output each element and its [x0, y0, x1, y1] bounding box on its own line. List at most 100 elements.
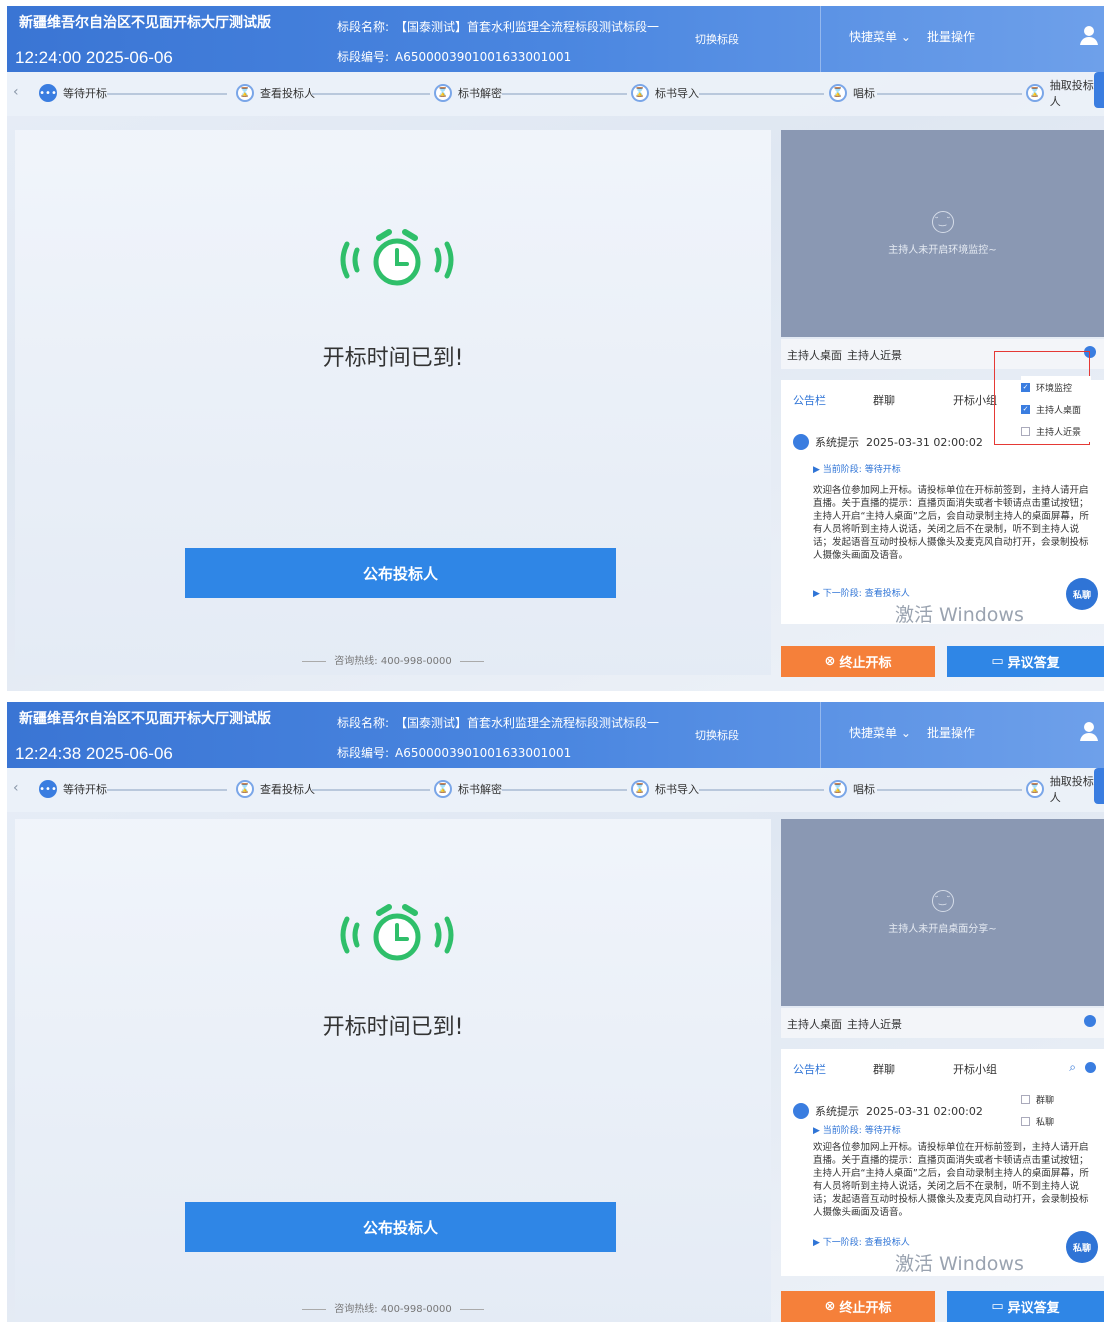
- switch-section-button[interactable]: 切换标段: [695, 727, 739, 743]
- popup-option[interactable]: 群聊: [1021, 1088, 1091, 1110]
- step-sing[interactable]: ⌛ 唱标: [829, 82, 875, 104]
- step-import[interactable]: ⌛ 标书导入: [631, 778, 699, 800]
- step-view-bidders[interactable]: ⌛ 查看投标人: [236, 82, 315, 104]
- checkbox-checked-icon[interactable]: ✓: [1021, 404, 1030, 414]
- search-icon[interactable]: ⌕: [1069, 1060, 1076, 1075]
- step-label: 标书解密: [458, 783, 502, 796]
- objection-reply-button[interactable]: ▭ 异议答复: [947, 646, 1104, 677]
- step-sing[interactable]: ⌛ 唱标: [829, 778, 875, 800]
- step-decrypt[interactable]: ⌛ 标书解密: [434, 778, 502, 800]
- section-name-label: 标段名称:: [337, 20, 390, 34]
- quick-menu-label: 快捷菜单: [849, 30, 898, 44]
- popup-option[interactable]: ✓ 环境监控: [1021, 376, 1091, 398]
- step-bar: ‹ ••• 等待开标 ⌛ 查看投标人 ⌛ 标书解密 ⌛ 标书导入 ⌛ 唱标 ⌛ 抽取投标人: [7, 768, 1104, 812]
- option-label: 主持人近景: [1036, 427, 1082, 438]
- user-icon[interactable]: [1079, 24, 1099, 46]
- popup-option[interactable]: 主持人近景: [1021, 420, 1091, 442]
- tab-host-closeup[interactable]: 主持人近景: [847, 1016, 902, 1032]
- step-connector: [107, 789, 227, 791]
- gear-icon[interactable]: [1085, 1062, 1096, 1073]
- gear-icon[interactable]: [1084, 1015, 1096, 1027]
- objection-reply-button[interactable]: ▭ 异议答复: [947, 1291, 1104, 1322]
- dots-icon: •••: [39, 780, 57, 798]
- step-connector: [107, 93, 227, 95]
- step-waiting[interactable]: ••• 等待开标: [39, 82, 107, 104]
- tab-host-desktop[interactable]: 主持人桌面: [787, 1016, 842, 1032]
- chat-panel: 公告栏 群聊 开标小组 ⌕ 系统提示 2025-03-31 02:00:02 ▶…: [781, 1049, 1104, 1276]
- step-label: 查看投标人: [260, 87, 315, 100]
- step-waiting[interactable]: ••• 等待开标: [39, 778, 107, 800]
- step-bar: ‹ ••• 等待开标 ⌛ 查看投标人 ⌛ 标书解密 ⌛ 标书导入 ⌛ 唱标 ⌛ 抽取投标人: [7, 72, 1104, 116]
- step-import[interactable]: ⌛ 标书导入: [631, 82, 699, 104]
- tab-host-closeup[interactable]: 主持人近景: [847, 347, 902, 363]
- tab-group-chat[interactable]: 群聊: [873, 392, 895, 408]
- checkbox-icon[interactable]: [1021, 426, 1030, 436]
- avatar: [793, 1103, 809, 1119]
- quick-menu-button[interactable]: 快捷菜单 ⌄: [849, 28, 911, 45]
- section-code-label: 标段编号:: [337, 746, 390, 760]
- switch-section-button[interactable]: 切换标段: [695, 31, 739, 47]
- clock: 12:24:00 2025-06-06: [15, 48, 173, 67]
- step-connector: [877, 789, 1022, 791]
- popup-option[interactable]: 私聊: [1021, 1110, 1091, 1132]
- section-code-value: A6500003901001633001001: [395, 50, 572, 64]
- hourglass-icon: ⌛: [631, 780, 649, 798]
- hourglass-icon: ⌛: [434, 780, 452, 798]
- sad-face-icon: ˘‿˘: [931, 211, 954, 233]
- objection-label: 异议答复: [1007, 1301, 1060, 1316]
- tab-opening-team[interactable]: 开标小组: [953, 392, 997, 408]
- user-icon[interactable]: [1079, 720, 1099, 742]
- checkbox-icon[interactable]: [1021, 1094, 1030, 1104]
- tab-group-chat[interactable]: 群聊: [873, 1061, 895, 1077]
- batch-ops-button[interactable]: 批量操作: [927, 724, 975, 741]
- publish-bidders-button[interactable]: 公布投标人: [185, 1202, 616, 1252]
- checkbox-icon[interactable]: [1021, 1116, 1030, 1126]
- sad-face-icon: ˘‿˘: [931, 890, 954, 912]
- sys-name: 系统提示: [815, 1105, 859, 1118]
- system-message-header: 系统提示 2025-03-31 02:00:02: [793, 434, 983, 450]
- popup-option[interactable]: ✓ 主持人桌面: [1021, 398, 1091, 420]
- stop-opening-button[interactable]: ⊗ 终止开标: [781, 646, 935, 677]
- opening-message: 开标时间已到!: [322, 346, 464, 371]
- quick-menu-button[interactable]: 快捷菜单 ⌄: [849, 724, 911, 741]
- tab-notice[interactable]: 公告栏: [793, 392, 826, 408]
- system-message-header: 系统提示 2025-03-31 02:00:02: [793, 1103, 983, 1119]
- batch-ops-button[interactable]: 批量操作: [927, 28, 975, 45]
- section-code-label: 标段编号:: [337, 50, 390, 64]
- private-chat-button[interactable]: 私聊: [1066, 1231, 1098, 1263]
- section-code-value: A6500003901001633001001: [395, 746, 572, 760]
- stop-opening-button[interactable]: ⊗ 终止开标: [781, 1291, 935, 1322]
- hourglass-icon: ⌛: [434, 84, 452, 102]
- tab-opening-team[interactable]: 开标小组: [953, 1061, 997, 1077]
- option-label: 群聊: [1036, 1095, 1055, 1106]
- private-chat-button[interactable]: 私聊: [1066, 578, 1098, 610]
- sys-time: 2025-03-31 02:00:02: [866, 1104, 983, 1118]
- step-draw[interactable]: ⌛ 抽取投标人: [1026, 775, 1104, 804]
- stop-label: 终止开标: [839, 1301, 892, 1316]
- stop-label: 终止开标: [839, 656, 892, 671]
- message-body: 欢迎各位参加网上开标。请投标单位在开标前签到，主持人请开启直播。关于直播的提示：…: [813, 1142, 1089, 1218]
- step-connector: [502, 93, 627, 95]
- step-view-bidders[interactable]: ⌛ 查看投标人: [236, 778, 315, 800]
- chevron-right-button[interactable]: [1094, 72, 1104, 108]
- step-draw[interactable]: ⌛ 抽取投标人: [1026, 79, 1104, 108]
- chevron-left-icon[interactable]: ‹: [13, 780, 19, 796]
- step-connector: [502, 789, 627, 791]
- step-decrypt[interactable]: ⌛ 标书解密: [434, 82, 502, 104]
- header-bar: 新疆维吾尔自治区不见面开标大厅测试版 12:24:38 2025-06-06 标…: [7, 702, 1104, 768]
- next-stage-text: 下一阶段: 查看投标人: [822, 589, 910, 599]
- step-connector: [312, 789, 430, 791]
- step-connector: [699, 789, 824, 791]
- publish-bidders-button[interactable]: 公布投标人: [185, 548, 616, 598]
- tab-host-desktop[interactable]: 主持人桌面: [787, 347, 842, 363]
- next-stage: ▶ 下一阶段: 查看投标人: [813, 589, 910, 599]
- tab-notice[interactable]: 公告栏: [793, 1061, 826, 1077]
- section-name-field: 标段名称: 【国泰测试】首套水利监理全流程标段测试标段一: [337, 18, 659, 35]
- hourglass-icon: ⌛: [1026, 84, 1044, 102]
- chevron-right-button[interactable]: [1094, 768, 1104, 804]
- monitor-status: 主持人未开启桌面分享~: [888, 924, 997, 935]
- hourglass-icon: ⌛: [829, 84, 847, 102]
- objection-label: 异议答复: [1007, 656, 1060, 671]
- checkbox-checked-icon[interactable]: ✓: [1021, 382, 1030, 392]
- chevron-left-icon[interactable]: ‹: [13, 84, 19, 100]
